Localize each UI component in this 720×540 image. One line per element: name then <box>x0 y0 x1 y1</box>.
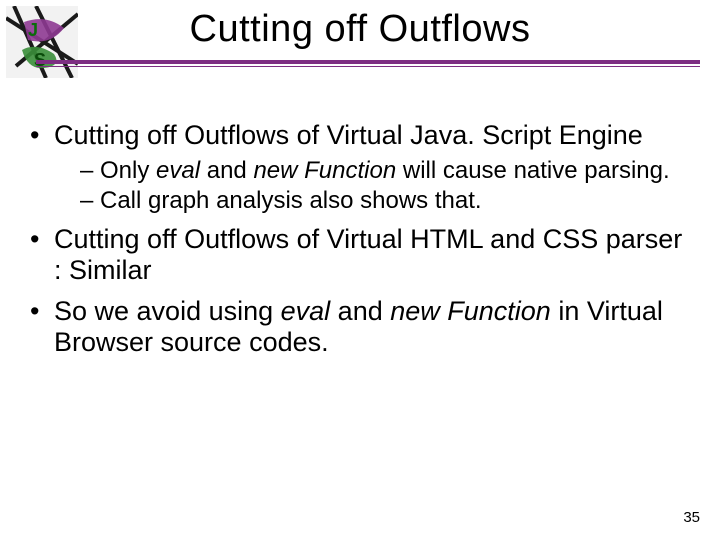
bullet-2-text: Cutting off Outflows of Virtual HTML and… <box>54 224 682 285</box>
bullet-1: Cutting off Outflows of Virtual Java. Sc… <box>30 120 690 214</box>
bullet-1-text: Cutting off Outflows of Virtual Java. Sc… <box>54 120 643 150</box>
keyword-eval: eval <box>156 157 200 184</box>
text-fragment: Only <box>100 157 156 184</box>
keyword-eval: eval <box>281 296 331 326</box>
keyword-new-function: new Function <box>253 157 396 184</box>
keyword-new-function: new Function <box>390 296 551 326</box>
text-fragment: and <box>200 157 253 184</box>
title-rule-thick <box>36 60 700 64</box>
text-fragment: and <box>330 296 390 326</box>
bullet-1-sub-1: Only eval and new Function will cause na… <box>80 157 690 185</box>
bullet-3: So we avoid using eval and new Function … <box>30 296 690 358</box>
text-fragment: Call graph analysis also shows that. <box>100 187 482 214</box>
slide: J S Cutting off Outflows Cutting off Out… <box>0 0 720 540</box>
text-fragment: So we avoid using <box>54 296 281 326</box>
slide-title: Cutting off Outflows <box>0 8 720 51</box>
text-fragment: will cause native parsing. <box>396 157 669 184</box>
title-rule-thin <box>36 66 700 67</box>
slide-header: J S Cutting off Outflows <box>0 0 720 70</box>
page-number: 35 <box>683 509 700 526</box>
bullet-1-sub-2: Call graph analysis also shows that. <box>80 187 690 215</box>
bullet-2: Cutting off Outflows of Virtual HTML and… <box>30 224 690 286</box>
slide-body: Cutting off Outflows of Virtual Java. Sc… <box>30 120 690 368</box>
